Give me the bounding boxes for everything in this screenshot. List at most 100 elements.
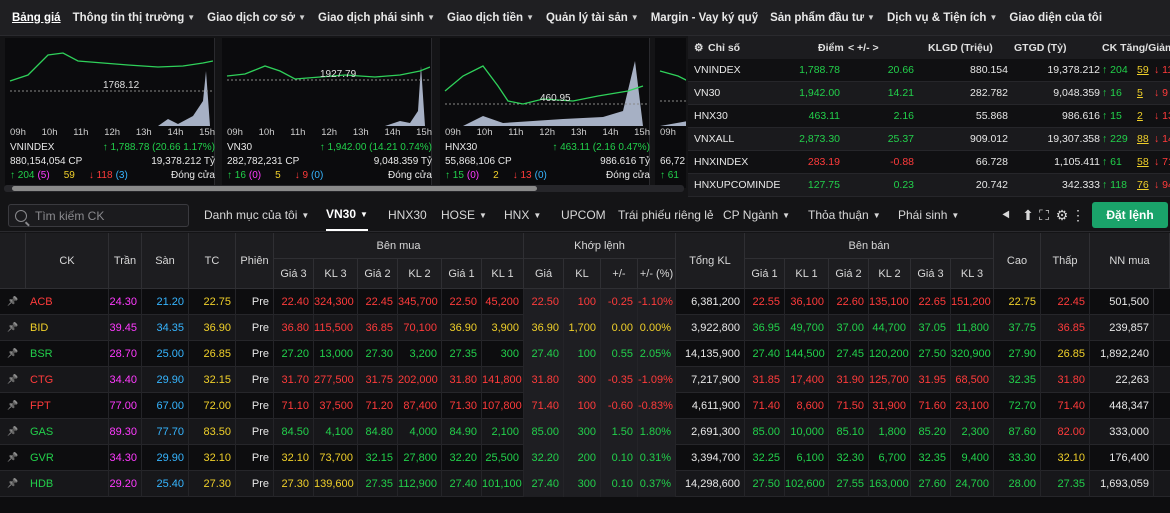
- cell-tran: 77.00: [109, 393, 142, 419]
- nav-item-7[interactable]: Sản phẩm đầu tư ▼: [764, 0, 881, 36]
- index-row[interactable]: HNXINDEX 283.19 -0.88 66.728 1,105.411 ↑ 61 58…: [688, 151, 1170, 174]
- nav-item-8[interactable]: Dịch vụ & Tiện ích ▼: [881, 0, 1003, 36]
- pin-icon[interactable]: 📌: [7, 322, 18, 333]
- index-row[interactable]: HNX30 463.11 2.16 55.868 986.616↑ 15 2 ↓ 13: [688, 105, 1170, 128]
- cell-kl: 100: [564, 341, 601, 367]
- cell-tran: 28.70: [109, 341, 142, 367]
- cell-pct: 0.37%: [638, 471, 676, 497]
- cell-phien: Pre: [236, 289, 274, 315]
- table-row[interactable]: 📌 FPT 77.00 67.00 72.00 Pre 71.10 37,500 71.20 87…: [0, 393, 1170, 419]
- nav-item-2[interactable]: Giao dịch cơ sở ▼: [201, 0, 312, 36]
- index-change: 25.37: [887, 133, 914, 145]
- settings-icon[interactable]: ⚙: [1054, 207, 1070, 223]
- index-name[interactable]: VNINDEX: [10, 142, 54, 153]
- cell-ck[interactable]: FPT: [26, 393, 109, 419]
- mini-chart-vn30[interactable]: 1927.79 09h 10h 11h 12h 13h 14h 15h VN30 ↑ 1,942.…: [222, 38, 432, 188]
- place-order-button[interactable]: Đặt lệnh: [1092, 202, 1168, 228]
- col-gtgd: GTGD (Tỷ): [1014, 41, 1067, 54]
- tab-vn30[interactable]: VN30 ▼: [326, 199, 368, 231]
- pin-icon[interactable]: 📌: [7, 400, 18, 411]
- nav-item-6[interactable]: Margin - Vay ký quỹ: [645, 0, 764, 36]
- cell-ck[interactable]: HDB: [26, 471, 109, 497]
- cell-kl: 100: [564, 289, 601, 315]
- upload-icon[interactable]: ⬆: [1020, 207, 1036, 223]
- nav-item-4[interactable]: Giao dịch tiền ▼: [441, 0, 540, 36]
- tab-upcom[interactable]: UPCOM: [561, 199, 606, 231]
- cell-sk1: 17,400: [785, 367, 829, 393]
- tab-ph-i-sinh[interactable]: Phái sinh ▼: [898, 199, 959, 231]
- tab-hose[interactable]: HOSE ▼: [441, 199, 487, 231]
- index-row[interactable]: VNINDEX 1,788.78 20.66 880.154 19,378.212 ↑ 2…: [688, 59, 1170, 82]
- pin-icon[interactable]: 📌: [7, 374, 18, 385]
- mini-chart-hnx30[interactable]: 460.95 09h 10h 11h 12h 13h 14h 15h HNX30 ↑ 463.11…: [440, 38, 650, 188]
- index-point: 463.11: [808, 110, 840, 122]
- index-klgd: 20.742: [975, 179, 1008, 191]
- index-row[interactable]: HNXUPCOMINDE 127.75 0.23 20.742 342.333 ↑ 118…: [688, 174, 1170, 197]
- cell-ck[interactable]: GVR: [26, 445, 109, 471]
- pin-icon[interactable]: 📌: [7, 478, 18, 489]
- cell-sk2: 120,200: [869, 341, 911, 367]
- pin-icon[interactable]: 📌: [7, 426, 18, 437]
- cell-ck[interactable]: BID: [26, 315, 109, 341]
- header-ck: CK: [26, 233, 109, 289]
- nav-item-9[interactable]: Giao diện của tôi: [1003, 0, 1108, 36]
- tab-danh-m-c-c-a-t-i[interactable]: Danh mục của tôi ▼: [204, 199, 309, 231]
- tab-hnx[interactable]: HNX ▼: [504, 199, 541, 231]
- cell-tong: 14,298,600: [676, 471, 745, 497]
- fullscreen-icon[interactable]: ⛶: [1036, 207, 1052, 223]
- table-row[interactable]: 📌 HDB 29.20 25.40 27.30 Pre 27.30 139,600 27.35 1…: [0, 471, 1170, 497]
- pin-icon[interactable]: 📌: [7, 348, 18, 359]
- chevron-down-icon: ▼: [951, 210, 960, 220]
- table-row[interactable]: 📌 GVR 34.30 29.90 32.10 Pre 32.10 73,700 32.15 27…: [0, 445, 1170, 471]
- nav-item-1[interactable]: Thông tin thị trường ▼: [67, 0, 202, 36]
- mini-chart-vnindex[interactable]: 1768.12 09h 10h 11h 12h 13h 14h 15h VNINDEX ↑ 1,7…: [5, 38, 215, 188]
- cell-sk1: 102,600: [785, 471, 829, 497]
- cell-tran: 24.30: [109, 289, 142, 315]
- mini-chart-plot: [659, 70, 686, 126]
- nav-item-5[interactable]: Quản lý tài sản ▼: [540, 0, 645, 36]
- stock-search[interactable]: Tìm kiếm CK: [8, 204, 189, 227]
- cell-ck[interactable]: GAS: [26, 419, 109, 445]
- cell-s1: 36.95: [745, 315, 785, 341]
- more-icon[interactable]: ⋮: [1070, 207, 1086, 223]
- cell-ck[interactable]: BSR: [26, 341, 109, 367]
- cell-thap: 82.00: [1041, 419, 1090, 445]
- index-klgd: 909.012: [970, 133, 1008, 145]
- pin-icon[interactable]: 📌: [7, 296, 18, 307]
- cell-ck[interactable]: ACB: [26, 289, 109, 315]
- advancers: ↑ 204: [10, 170, 35, 181]
- cell-ck[interactable]: CTG: [26, 367, 109, 393]
- cell-b2: 84.80: [358, 419, 398, 445]
- tab-tr-i-phi-u-ri-ng-l-[interactable]: Trái phiếu riêng lẻ: [618, 199, 714, 231]
- index-row[interactable]: VN30 1,942.00 14.21 282.782 9,048.359 ↑ 16 5 ↓ …: [688, 82, 1170, 105]
- mini-chart-partial[interactable]: 09h 66,72 ↑ 61: [655, 38, 686, 188]
- table-row[interactable]: 📌 GAS 89.30 77.70 83.50 Pre 84.50 4,100 84.80 4,0…: [0, 419, 1170, 445]
- table-row[interactable]: 📌 CTG 34.40 29.90 32.15 Pre 31.70 277,500 31.75 2…: [0, 367, 1170, 393]
- tab-label: HOSE: [441, 208, 476, 222]
- cell-s3: 37.05: [911, 315, 951, 341]
- tab-hnx30[interactable]: HNX30: [388, 199, 427, 231]
- search-placeholder[interactable]: Tìm kiếm CK: [35, 209, 104, 223]
- cell-pm: 0.00: [601, 315, 638, 341]
- nav-item-label: Dịch vụ & Tiện ích: [886, 11, 987, 24]
- gear-icon[interactable]: ⚙: [694, 42, 703, 54]
- index-name[interactable]: VN30: [227, 142, 252, 153]
- cell-bk2: 345,700: [398, 289, 442, 315]
- scrollbar-thumb[interactable]: [12, 186, 537, 191]
- index-row[interactable]: VNXALL 2,873.30 25.37 909.012 19,307.358 ↑ 22…: [688, 128, 1170, 151]
- table-row[interactable]: 📌 ACB 24.30 21.20 22.75 Pre 22.40 324,300 22.45 3…: [0, 289, 1170, 315]
- mini-charts-scrollbar[interactable]: [4, 185, 684, 192]
- nav-item-3[interactable]: Giao dịch phái sinh ▼: [312, 0, 441, 36]
- collapse-icon[interactable]: ⯇: [998, 207, 1014, 223]
- tab-th-a-thu-n[interactable]: Thỏa thuận ▼: [808, 199, 881, 231]
- cell-nn: 1,693,059: [1090, 471, 1154, 497]
- pin-icon[interactable]: 📌: [7, 452, 18, 463]
- cell-tc: 22.75: [189, 289, 236, 315]
- index-advancers: ↑ 15: [1102, 110, 1122, 122]
- tab-cp-ng-nh[interactable]: CP Ngành ▼: [723, 199, 790, 231]
- nav-item-0[interactable]: Bảng giá: [0, 0, 67, 36]
- col-change[interactable]: < +/- >: [848, 42, 879, 54]
- table-row[interactable]: 📌 BSR 28.70 25.00 26.85 Pre 27.20 13,000 27.30 3,…: [0, 341, 1170, 367]
- table-row[interactable]: 📌 BID 39.45 34.35 36.90 Pre 36.80 115,500 36.85 7…: [0, 315, 1170, 341]
- index-name[interactable]: HNX30: [445, 142, 477, 153]
